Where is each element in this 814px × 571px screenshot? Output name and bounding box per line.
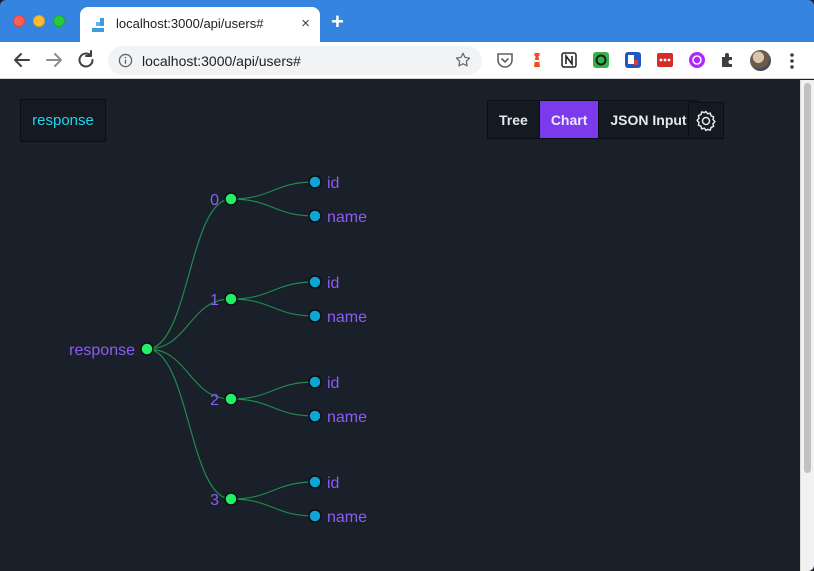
tree-root-node[interactable]: [140, 342, 154, 356]
tree-link: [230, 481, 316, 500]
address-url[interactable]: localhost:3000/api/users#: [142, 53, 301, 69]
tree-chart: response 0 id name 1 id name 2 id name 3 id name: [69, 175, 367, 526]
scrollbar-thumb[interactable]: [804, 83, 811, 473]
tree-branch-node[interactable]: [224, 292, 238, 306]
minimize-window-button[interactable]: [33, 15, 45, 27]
bookmark-star-icon[interactable]: [454, 51, 472, 69]
tree-leaf-label: id: [327, 175, 339, 192]
tree-link: [230, 498, 316, 517]
tree-branch-label: 2: [210, 392, 219, 409]
browser-tab[interactable]: localhost:3000/api/users# ×: [80, 7, 320, 42]
green-extension-icon[interactable]: [592, 51, 610, 69]
reload-icon[interactable]: [74, 48, 98, 72]
browser-menu-icon[interactable]: [786, 51, 798, 71]
browser-window: localhost:3000/api/users# × + localhost:…: [0, 0, 814, 571]
tree-link: [230, 381, 316, 400]
info-icon[interactable]: [118, 53, 133, 68]
pocket-icon[interactable]: [496, 51, 514, 69]
tab-close-icon[interactable]: ×: [301, 15, 310, 33]
tree-branch-label: 1: [210, 292, 219, 309]
address-bar[interactable]: localhost:3000/api/users#: [108, 46, 482, 75]
tree-link: [146, 198, 232, 350]
tree-leaf-node[interactable]: [308, 275, 322, 289]
tree-leaf-node[interactable]: [308, 309, 322, 323]
forward-arrow-icon[interactable]: [42, 48, 66, 72]
tree-leaf-node[interactable]: [308, 209, 322, 223]
tree-root-label: response: [69, 342, 135, 359]
close-window-button[interactable]: [13, 15, 25, 27]
new-tab-button[interactable]: +: [331, 11, 344, 33]
favicon-icon: [92, 18, 104, 32]
page-content: response Tree Chart JSON Input response 0…: [0, 80, 800, 571]
tree-link: [230, 398, 316, 417]
tree-leaf-label: name: [327, 309, 367, 326]
tree-link: [230, 198, 316, 217]
tree-branch-node[interactable]: [224, 492, 238, 506]
purple-globe-icon[interactable]: [688, 51, 706, 69]
browser-toolbar: localhost:3000/api/users#: [0, 42, 814, 79]
tree-link: [230, 181, 316, 200]
tree-leaf-label: name: [327, 509, 367, 526]
tree-leaf-label: id: [327, 375, 339, 392]
tree-branch-node[interactable]: [224, 392, 238, 406]
lighthouse-icon[interactable]: [528, 51, 546, 69]
tree-leaf-label: name: [327, 209, 367, 226]
vertical-scrollbar[interactable]: [800, 80, 814, 571]
tree-leaf-label: id: [327, 475, 339, 492]
tree-branch-label: 3: [210, 492, 219, 509]
tab-title: localhost:3000/api/users#: [116, 16, 264, 31]
maximize-window-button[interactable]: [53, 15, 65, 27]
tree-link: [146, 348, 232, 500]
lastpass-icon[interactable]: [656, 51, 674, 69]
tree-leaf-node[interactable]: [308, 375, 322, 389]
tree-branch-node[interactable]: [224, 192, 238, 206]
profile-avatar[interactable]: [750, 50, 771, 71]
back-arrow-icon[interactable]: [10, 48, 34, 72]
tree-leaf-node[interactable]: [308, 409, 322, 423]
notion-icon[interactable]: [560, 51, 578, 69]
tree-link: [230, 298, 316, 317]
tree-leaf-label: name: [327, 409, 367, 426]
tree-leaf-node[interactable]: [308, 509, 322, 523]
tree-link: [230, 281, 316, 300]
red-blue-extension-icon[interactable]: [624, 51, 642, 69]
tree-leaf-label: id: [327, 275, 339, 292]
extensions-puzzle-icon[interactable]: [719, 51, 737, 69]
tree-leaf-node[interactable]: [308, 175, 322, 189]
tab-strip: localhost:3000/api/users# × +: [0, 0, 814, 42]
tree-leaf-node[interactable]: [308, 475, 322, 489]
tree-branch-label: 0: [210, 192, 219, 209]
